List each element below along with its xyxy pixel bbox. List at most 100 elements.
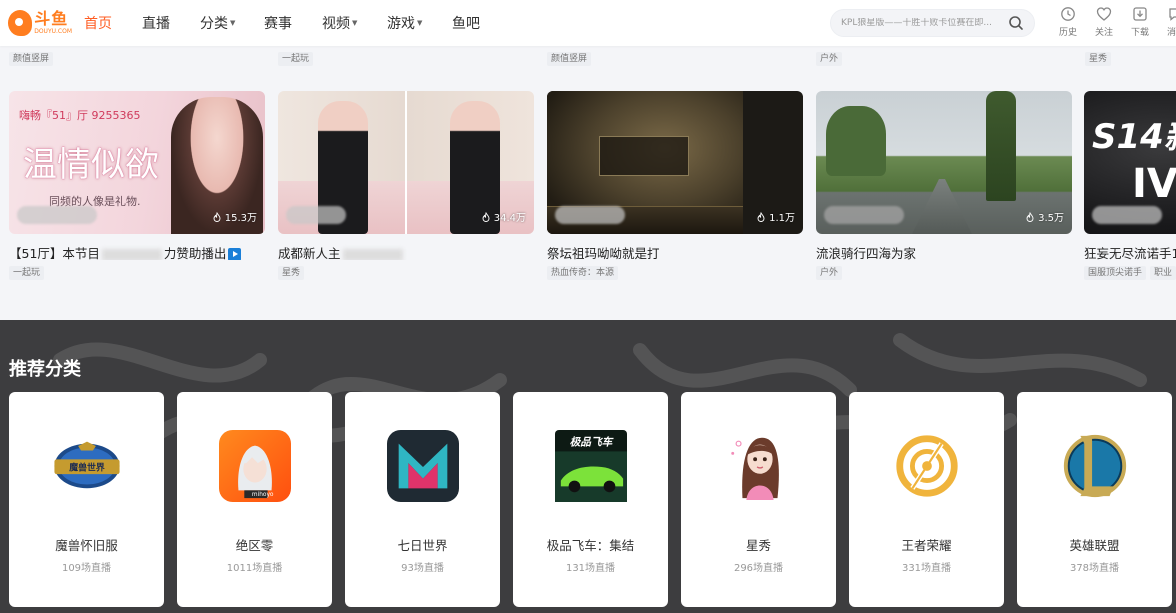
zzz-app-icon: mihoyo: [218, 429, 292, 503]
main-nav: 首页 直播 分类 ▼ 赛事 视频 ▼ 游戏 ▼ 鱼吧: [84, 0, 502, 46]
category-tag[interactable]: 星秀: [278, 266, 305, 280]
live-title[interactable]: 祭坛祖玛呦呦就是打: [547, 243, 803, 260]
search-box: [830, 9, 1035, 37]
logo-subtext: DOUYU.COM: [34, 28, 72, 35]
league-of-legends-icon: [1058, 429, 1132, 503]
once-human-app-icon: [386, 429, 460, 503]
caret-down-icon: ▼: [417, 19, 423, 27]
douyu-fish-icon: [8, 10, 33, 36]
svg-text:极品飞车: 极品飞车: [569, 436, 614, 449]
live-title[interactable]: 【51厅】本节目 力赞助播出: [9, 243, 265, 260]
category-card-need-for-speed[interactable]: 极品飞车 极品飞车：集结 131场直播: [513, 392, 668, 607]
nav-live[interactable]: 直播: [142, 0, 200, 46]
nfs-app-icon: 极品飞车: [554, 429, 628, 503]
category-live-count: 378场直播: [1069, 563, 1120, 574]
douyu-logo[interactable]: 斗鱼 DOUYU.COM: [8, 8, 72, 38]
message-button[interactable]: 消息: [1158, 6, 1176, 38]
category-name: 极品飞车：集结: [546, 538, 635, 553]
category-card-wow-classic[interactable]: 魔兽世界 魔兽怀旧服 109场直播: [9, 392, 164, 607]
caret-down-icon: ▼: [352, 19, 358, 27]
flame-icon: [213, 211, 221, 222]
download-icon: [1133, 7, 1147, 21]
category-name: 七日世界: [397, 538, 448, 553]
live-thumbnail[interactable]: 3.5万: [816, 91, 1072, 234]
category-name: 英雄联盟: [1069, 538, 1120, 553]
header-tools: 历史 关注 下载 消息: [1050, 6, 1176, 38]
category-tag[interactable]: 户外: [816, 266, 843, 280]
svg-text:魔兽世界: 魔兽世界: [68, 461, 105, 473]
category-tag[interactable]: 户外: [816, 52, 843, 66]
category-card-honor-of-kings[interactable]: 王者荣耀 331场直播: [849, 392, 1004, 607]
streamer-name-pill: [555, 206, 625, 224]
live-thumbnail[interactable]: S14新出 IV: [1084, 91, 1176, 234]
live-card[interactable]: 3.5万 流浪骑行四海为家 户外: [816, 91, 1072, 280]
category-live-count: 331场直播: [901, 563, 952, 574]
live-thumbnail[interactable]: 嗨畅『51』厅 9255365 温情似欲 同频的人像是礼物. 15.3万: [9, 91, 265, 234]
flame-icon: [1026, 211, 1034, 222]
nav-yuba[interactable]: 鱼吧: [452, 0, 502, 46]
tree: [986, 91, 1016, 201]
category-card-league-of-legends[interactable]: 英雄联盟 378场直播: [1017, 392, 1172, 607]
flame-icon: [757, 211, 765, 222]
category-live-count: 1011场直播: [226, 563, 283, 574]
live-title[interactable]: 流浪骑行四海为家: [816, 243, 1072, 260]
star-show-mascot-icon: [722, 429, 796, 503]
category-tag[interactable]: 热血传奇：本源: [547, 266, 619, 280]
history-icon: [1061, 7, 1075, 21]
wow-logo-icon: 魔兽世界: [50, 429, 124, 503]
redacted-text: [101, 248, 162, 260]
category-tag[interactable]: 星秀: [1085, 52, 1112, 66]
follow-button[interactable]: 关注: [1086, 6, 1122, 38]
nav-home[interactable]: 首页: [84, 0, 142, 46]
download-button[interactable]: 下载: [1122, 6, 1158, 38]
live-title[interactable]: 狂妄无尽流诺手1: [1084, 243, 1176, 260]
flame-icon: [482, 211, 490, 222]
nav-category[interactable]: 分类 ▼: [200, 0, 264, 46]
tree: [826, 106, 886, 176]
category-name: 绝区零: [235, 538, 274, 553]
streamer-name-pill: [286, 206, 346, 224]
logo-text: 斗鱼: [34, 9, 69, 28]
category-live-count: 109场直播: [61, 563, 112, 574]
streamer-name-pill: [824, 206, 904, 224]
streamer-name-pill: [1092, 206, 1162, 224]
view-count: 34.4万: [481, 209, 526, 224]
category-card-once-human[interactable]: 七日世界 93场直播: [345, 392, 500, 607]
live-thumbnail[interactable]: 34.4万: [278, 91, 534, 234]
honor-of-kings-icon: [890, 429, 964, 503]
category-name: 王者荣耀: [901, 538, 952, 553]
category-tag[interactable]: 颜值竖屏: [9, 52, 54, 66]
view-count: 1.1万: [756, 209, 795, 224]
live-card[interactable]: 嗨畅『51』厅 9255365 温情似欲 同频的人像是礼物. 15.3万 【51…: [9, 91, 265, 280]
previous-row-tags: 颜值竖屏 一起玩 颜值竖屏 户外 星秀: [0, 52, 1176, 66]
view-count: 3.5万: [1025, 209, 1064, 224]
category-live-count: 131场直播: [565, 563, 616, 574]
live-thumbnail[interactable]: 1.1万: [547, 91, 803, 234]
live-card[interactable]: 1.1万 祭坛祖玛呦呦就是打 热血传奇：本源: [547, 91, 803, 280]
section-title: 推荐分类: [9, 359, 81, 380]
history-button[interactable]: 历史: [1050, 6, 1086, 38]
category-tag[interactable]: 颜值竖屏: [547, 52, 592, 66]
caret-down-icon: ▼: [230, 19, 236, 27]
play-badge-icon: [228, 248, 242, 260]
heart-icon: [1096, 7, 1112, 21]
view-count: 15.3万: [212, 209, 257, 224]
message-icon: [1169, 8, 1176, 21]
search-input[interactable]: [841, 18, 1004, 28]
nav-games[interactable]: 游戏 ▼: [387, 0, 452, 46]
category-tag[interactable]: 一起玩: [278, 52, 314, 66]
redacted-text: [342, 248, 403, 260]
category-tag[interactable]: 职业: [1150, 266, 1176, 280]
nav-events[interactable]: 赛事: [264, 0, 322, 46]
category-card-star-show[interactable]: 星秀 296场直播: [681, 392, 836, 607]
category-live-count: 296场直播: [733, 563, 784, 574]
live-title[interactable]: 成都新人主: [278, 243, 534, 260]
category-tag[interactable]: 国服顶尖诺手: [1084, 266, 1147, 280]
search-icon[interactable]: [1008, 15, 1024, 31]
category-name: 魔兽怀旧服: [55, 538, 118, 553]
live-card[interactable]: 34.4万 成都新人主 星秀: [278, 91, 534, 280]
nav-video[interactable]: 视频 ▼: [322, 0, 387, 46]
live-card[interactable]: S14新出 IV 狂妄无尽流诺手1 国服顶尖诺手 职业: [1084, 91, 1176, 280]
category-card-zenless-zone-zero[interactable]: mihoyo 绝区零 1011场直播: [177, 392, 332, 607]
category-tag[interactable]: 一起玩: [9, 266, 45, 280]
